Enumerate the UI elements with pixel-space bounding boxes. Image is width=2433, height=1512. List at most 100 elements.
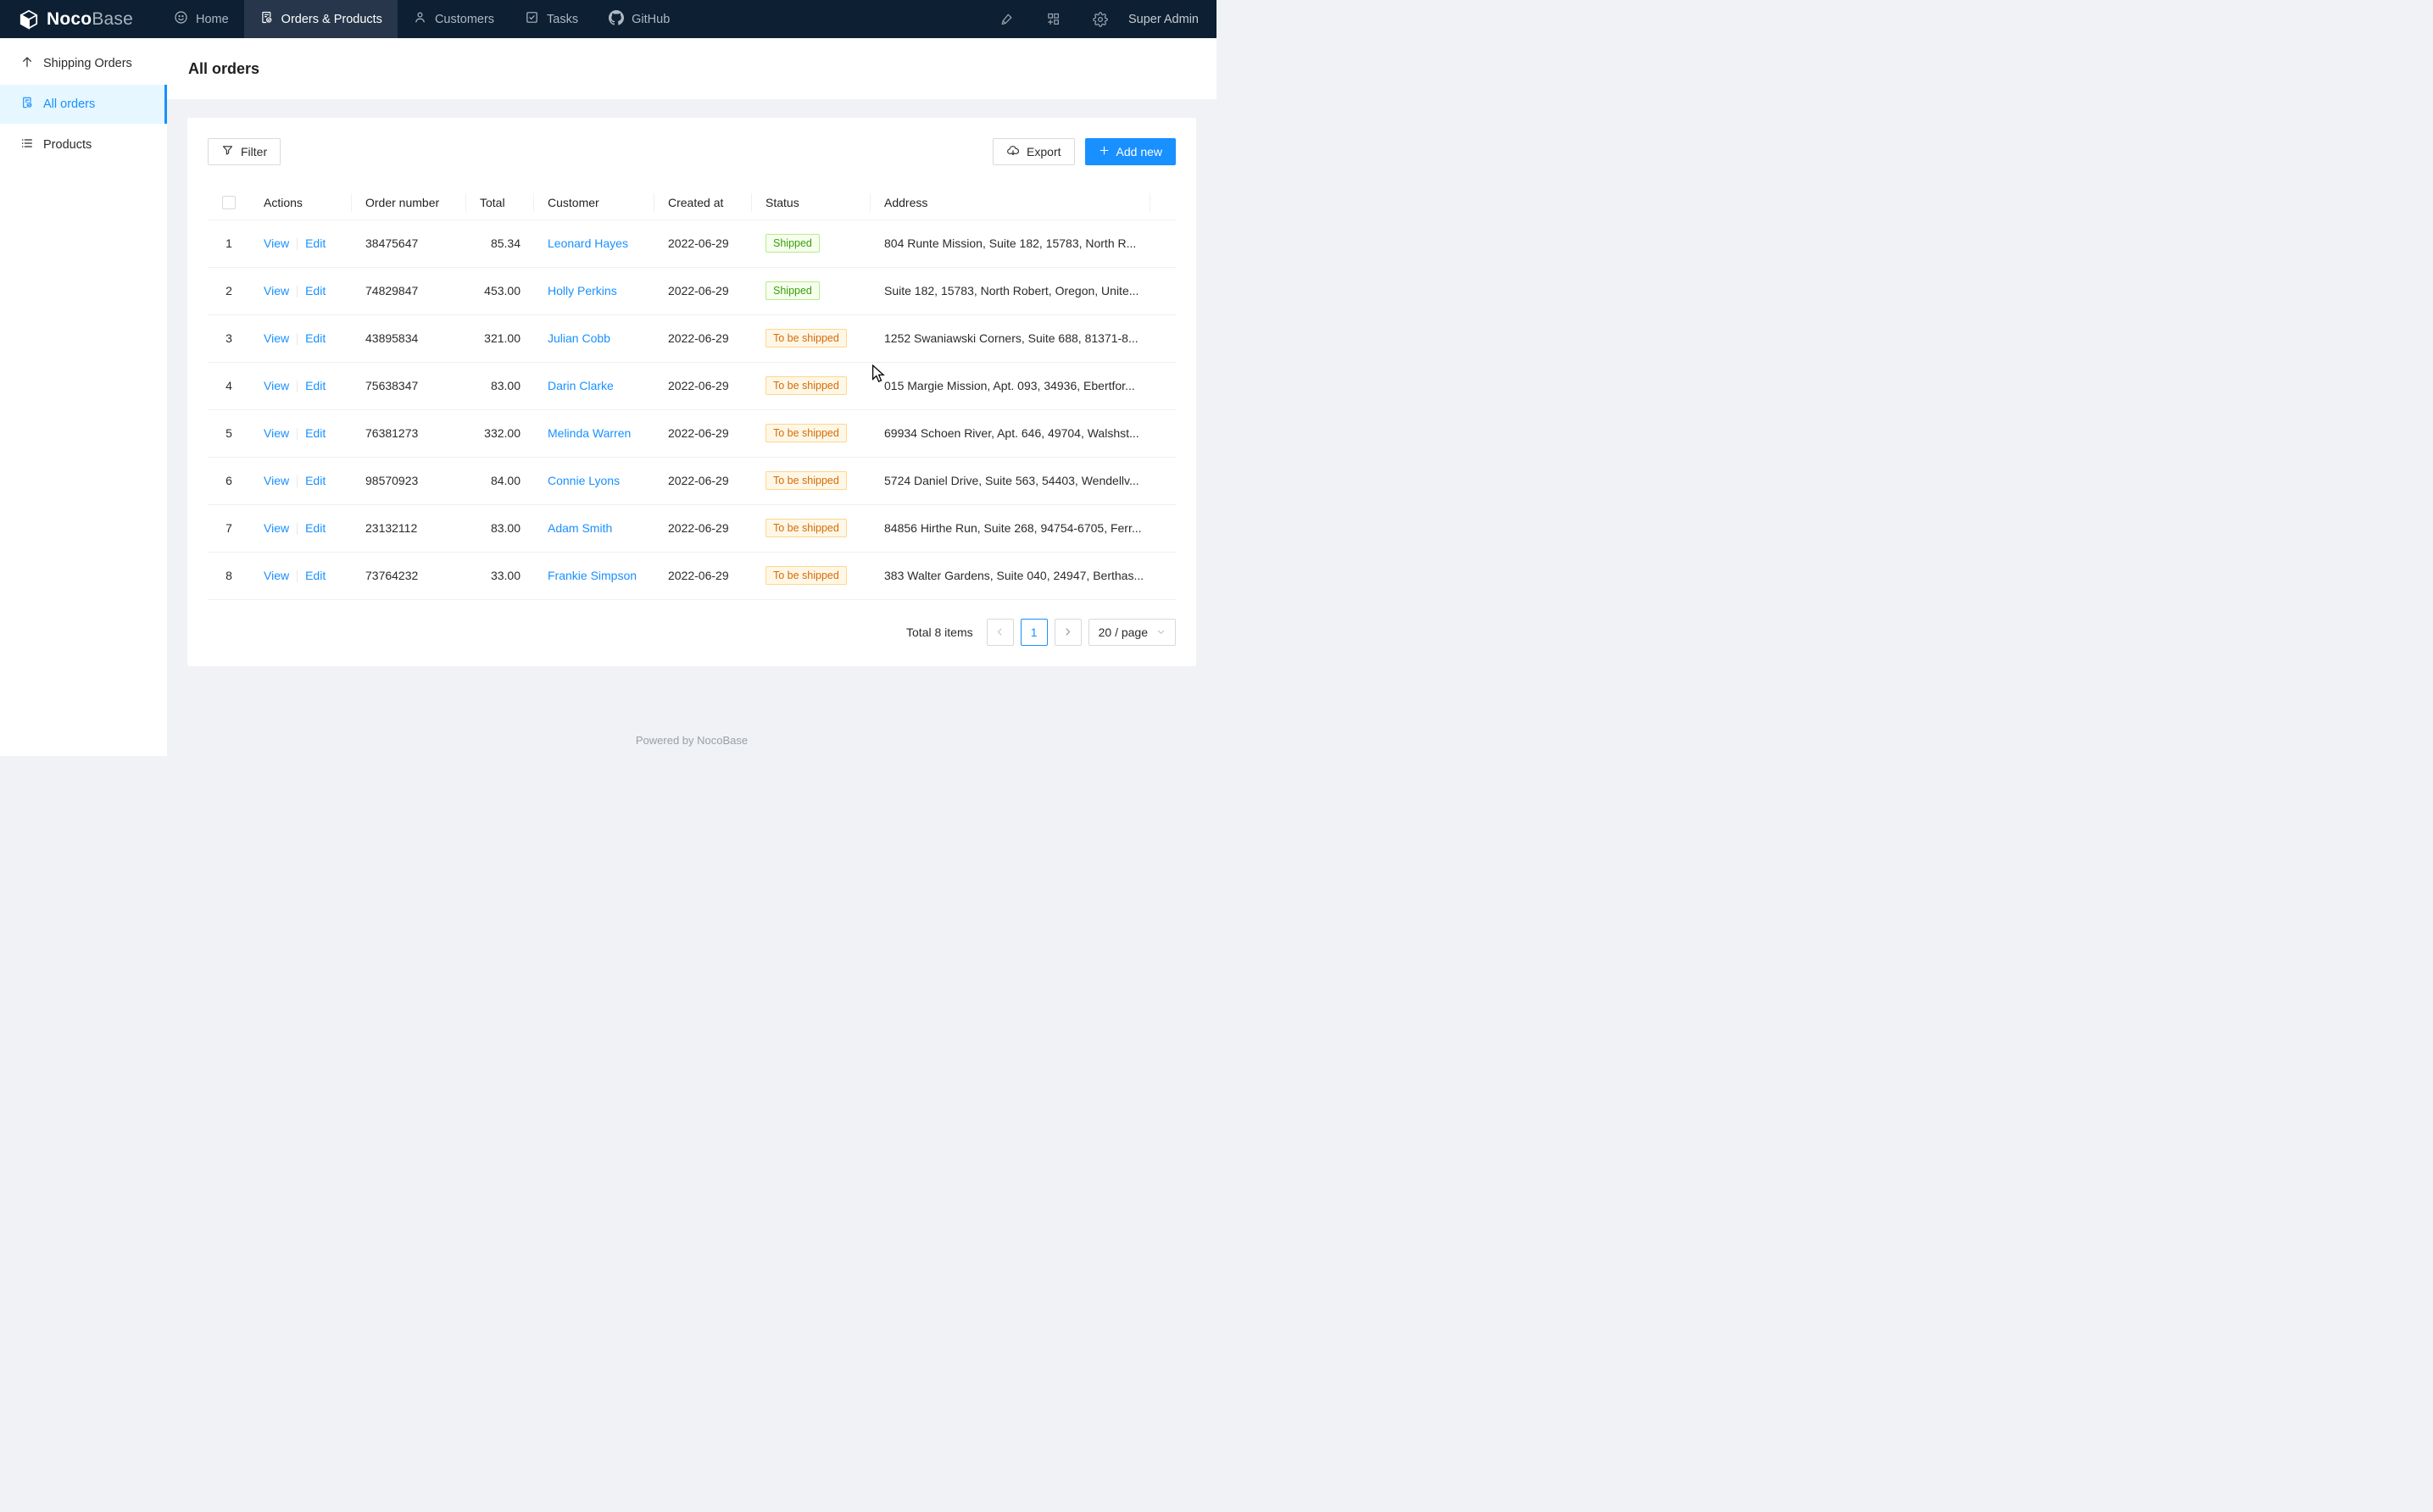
nav-item-customers[interactable]: Customers [398,0,509,38]
sidebar-item-products[interactable]: Products [0,125,167,164]
cloud-download-icon [1006,144,1020,160]
customer-link[interactable]: Julian Cobb [548,331,610,345]
sidebar-item-label: All orders [43,97,95,111]
person-icon [413,10,427,28]
edit-link[interactable]: Edit [305,379,326,392]
customer-link[interactable]: Connie Lyons [548,474,620,487]
address-cell: 84856 Hirthe Run, Suite 268, 94754-6705,… [871,504,1150,552]
total-cell: 84.00 [466,457,534,504]
nav-item-github[interactable]: GitHub [593,0,685,38]
total-cell: 85.34 [466,220,534,267]
table-toolbar: Filter Export [208,138,1176,165]
order-document-icon [259,10,274,28]
customer-cell: Holly Perkins [534,267,654,314]
brand-name: NocoBase [47,9,133,30]
view-link[interactable]: View [264,236,289,250]
nav-item-orders-products[interactable]: Orders & Products [244,0,398,38]
customer-link[interactable]: Frankie Simpson [548,569,637,582]
customer-link[interactable]: Adam Smith [548,521,612,535]
row-actions: View Edit [250,314,352,362]
table-row: 3 ViewEdit 43895834 321.00 Julian Cobb 2… [208,314,1176,362]
check-square-icon [525,10,539,28]
edit-link[interactable]: Edit [305,474,326,487]
status-cell: Shipped [752,220,871,267]
highlighter-icon[interactable] [999,12,1014,26]
page-size-select[interactable]: 20 / page [1088,619,1176,646]
status-badge: To be shipped [766,566,847,585]
sidebar-item-shipping-orders[interactable]: Shipping Orders [0,44,167,83]
row-index: 5 [208,409,250,457]
status-cell: Shipped [752,267,871,314]
customer-cell: Adam Smith [534,504,654,552]
customer-link[interactable]: Holly Perkins [548,284,617,297]
page-title: All orders [188,60,259,78]
filter-button[interactable]: Filter [208,138,281,165]
pagination-prev-button[interactable] [987,619,1014,646]
view-link[interactable]: View [264,379,289,392]
add-blocks-icon[interactable] [1046,12,1061,26]
view-link[interactable]: View [264,426,289,440]
customer-cell: Connie Lyons [534,457,654,504]
row-index: 8 [208,552,250,599]
row-actions: View Edit [250,552,352,599]
status-badge: To be shipped [766,376,847,395]
user-menu[interactable]: Super Admin [1128,13,1199,26]
customer-cell: Leonard Hayes [534,220,654,267]
view-link[interactable]: View [264,284,289,297]
table-row: 8 ViewEdit 73764232 33.00 Frankie Simpso… [208,552,1176,599]
nav-item-tasks[interactable]: Tasks [509,0,593,38]
status-cell: To be shipped [752,314,871,362]
sidebar-item-all-orders[interactable]: All orders [0,85,167,124]
edit-link[interactable]: Edit [305,569,326,582]
column-header-created-at: Created at [654,186,752,220]
table-row: 7 ViewEdit 23132112 83.00 Adam Smith 202… [208,504,1176,552]
status-badge: Shipped [766,234,820,253]
nav-item-label: GitHub [632,13,670,26]
status-badge: To be shipped [766,519,847,537]
brand-logo[interactable]: NocoBase [0,0,133,38]
cube-logo-icon [18,8,40,31]
created-at-cell: 2022-06-29 [654,457,752,504]
plus-icon [1099,145,1110,158]
settings-gear-icon[interactable] [1093,12,1108,27]
chevron-right-icon [1063,625,1072,639]
total-cell: 321.00 [466,314,534,362]
row-index: 1 [208,220,250,267]
status-badge: Shipped [766,281,820,300]
nav-item-home[interactable]: Home [159,0,244,38]
edit-link[interactable]: Edit [305,331,326,345]
total-cell: 453.00 [466,267,534,314]
edit-link[interactable]: Edit [305,236,326,250]
customer-link[interactable]: Melinda Warren [548,426,631,440]
view-link[interactable]: View [264,569,289,582]
sidebar: Shipping Orders All orders [0,38,167,756]
main-menu: Home Orders & Products [159,0,685,38]
add-new-button[interactable]: Add new [1085,138,1176,165]
pagination-page-1[interactable]: 1 [1021,619,1048,646]
customer-link[interactable]: Darin Clarke [548,379,614,392]
column-header-address: Address [871,186,1150,220]
shell: Shipping Orders All orders [0,38,1216,756]
action-divider [297,523,298,535]
created-at-cell: 2022-06-29 [654,220,752,267]
order-document-icon [20,96,34,113]
total-cell: 83.00 [466,504,534,552]
edit-link[interactable]: Edit [305,284,326,297]
edit-link[interactable]: Edit [305,521,326,535]
edit-link[interactable]: Edit [305,426,326,440]
customer-link[interactable]: Leonard Hayes [548,236,628,250]
address-cell: 383 Walter Gardens, Suite 040, 24947, Be… [871,552,1150,599]
total-cell: 332.00 [466,409,534,457]
view-link[interactable]: View [264,474,289,487]
row-index: 6 [208,457,250,504]
pagination-next-button[interactable] [1055,619,1082,646]
view-link[interactable]: View [264,331,289,345]
view-link[interactable]: View [264,521,289,535]
status-cell: To be shipped [752,362,871,409]
chevron-down-icon [1156,625,1166,639]
created-at-cell: 2022-06-29 [654,409,752,457]
export-button[interactable]: Export [993,138,1074,165]
select-all-checkbox[interactable] [222,196,236,209]
total-cell: 33.00 [466,552,534,599]
pagination-total: Total 8 items [906,625,973,639]
